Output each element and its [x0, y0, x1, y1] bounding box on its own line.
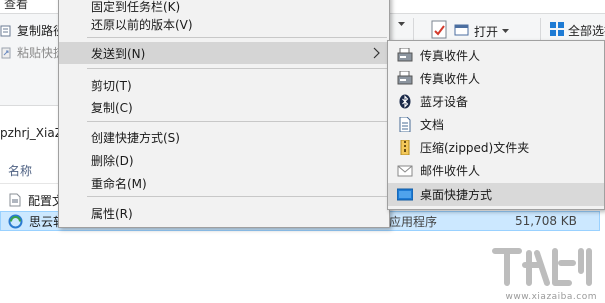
menu-item-delete[interactable]: 删除(D) — [59, 149, 389, 171]
file-size: 51,708 KB — [515, 214, 577, 228]
file-type: 应用程序 — [389, 214, 438, 229]
chevron-down-icon — [502, 29, 510, 33]
menu-item-label: 发送到(N) — [91, 46, 146, 61]
menu-item-send-to[interactable]: 发送到(N) — [59, 42, 389, 64]
chevron-right-icon — [373, 47, 380, 59]
zip-folder-icon — [397, 139, 413, 156]
send-to-submenu: 传真收件人 传真收件人 蓝牙设备 文档 压缩(zipped)文件夹 邮件收件人 — [387, 40, 605, 210]
send-to-documents[interactable]: 文档 — [388, 113, 604, 136]
open-label: 打开 — [474, 25, 499, 39]
menu-item-cut[interactable]: 剪切(T) — [59, 74, 389, 96]
paste-shortcut-button[interactable]: 粘贴快捷 — [0, 44, 65, 61]
paste-shortcut-icon — [0, 46, 13, 59]
watermark-logo — [489, 243, 599, 299]
send-to-item-label: 桌面快捷方式 — [420, 188, 493, 202]
copy-path-button[interactable]: 复制路径 — [0, 22, 65, 39]
column-header-name[interactable]: 名称 — [8, 162, 32, 179]
menu-item-label: 创建快捷方式(S) — [91, 130, 180, 145]
mail-icon — [397, 163, 413, 178]
send-to-bluetooth[interactable]: 蓝牙设备 — [388, 90, 604, 113]
send-to-item-label: 传真收件人 — [420, 49, 481, 63]
menu-separator — [87, 68, 387, 69]
send-to-item-label: 文档 — [420, 118, 445, 132]
file-icon — [8, 193, 22, 210]
send-to-fax-recipient[interactable]: 传真收件人 — [388, 44, 604, 67]
menu-item-restore-versions[interactable]: 还原以前的版本(V) — [59, 13, 389, 35]
copy-path-icon — [0, 24, 13, 37]
menu-separator — [87, 121, 387, 122]
menu-item-label: 属性(R) — [91, 206, 133, 221]
documents-icon — [397, 116, 413, 133]
menu-item-label: 删除(D) — [91, 153, 134, 168]
select-all-icon — [550, 22, 564, 39]
app-icon — [8, 214, 23, 232]
address-path[interactable]: pzhrj_XiaZ — [0, 126, 63, 140]
send-to-desktop-shortcut[interactable]: 桌面快捷方式 — [388, 183, 604, 206]
menu-item-label: 复制(C) — [91, 100, 133, 115]
context-menu: 固定到任务栏(K) 还原以前的版本(V) 发送到(N) 剪切(T) 复制(C) … — [58, 0, 390, 228]
send-to-zip-folder[interactable]: 压缩(zipped)文件夹 — [388, 136, 604, 159]
send-to-item-label: 传真收件人 — [420, 72, 481, 86]
send-to-item-label: 蓝牙设备 — [420, 95, 469, 109]
menu-separator — [87, 196, 387, 197]
fax-icon — [397, 47, 413, 63]
menu-separator — [87, 37, 387, 38]
menu-item-copy[interactable]: 复制(C) — [59, 96, 389, 118]
bluetooth-icon — [397, 94, 413, 109]
menu-item-properties[interactable]: 属性(R) — [59, 202, 389, 224]
menu-item-create-shortcut[interactable]: 创建快捷方式(S) — [59, 126, 389, 148]
send-to-item-label: 邮件收件人 — [420, 164, 481, 178]
send-to-mail-recipient[interactable]: 邮件收件人 — [388, 159, 604, 182]
open-icon — [454, 23, 470, 40]
send-to-item-label: 压缩(zipped)文件夹 — [420, 141, 530, 155]
desktop-icon — [396, 187, 414, 202]
menu-item-label: 还原以前的版本(V) — [91, 17, 193, 32]
menu-item-rename[interactable]: 重命名(M) — [59, 172, 389, 194]
new-dropdown-arrow[interactable] — [398, 22, 405, 27]
send-to-fax-recipient[interactable]: 传真收件人 — [388, 67, 604, 90]
select-all-label: 全部选择 — [568, 24, 605, 38]
fax-icon — [397, 70, 413, 86]
watermark-url: www.xiazaiba.com — [505, 292, 597, 302]
menu-item-label: 重命名(M) — [91, 176, 147, 191]
chevron-down-icon — [398, 22, 405, 26]
tab-view[interactable]: 查看 — [4, 0, 28, 12]
menu-item-label: 剪切(T) — [91, 78, 132, 93]
select-all-button[interactable]: 全部选择 — [550, 22, 605, 39]
